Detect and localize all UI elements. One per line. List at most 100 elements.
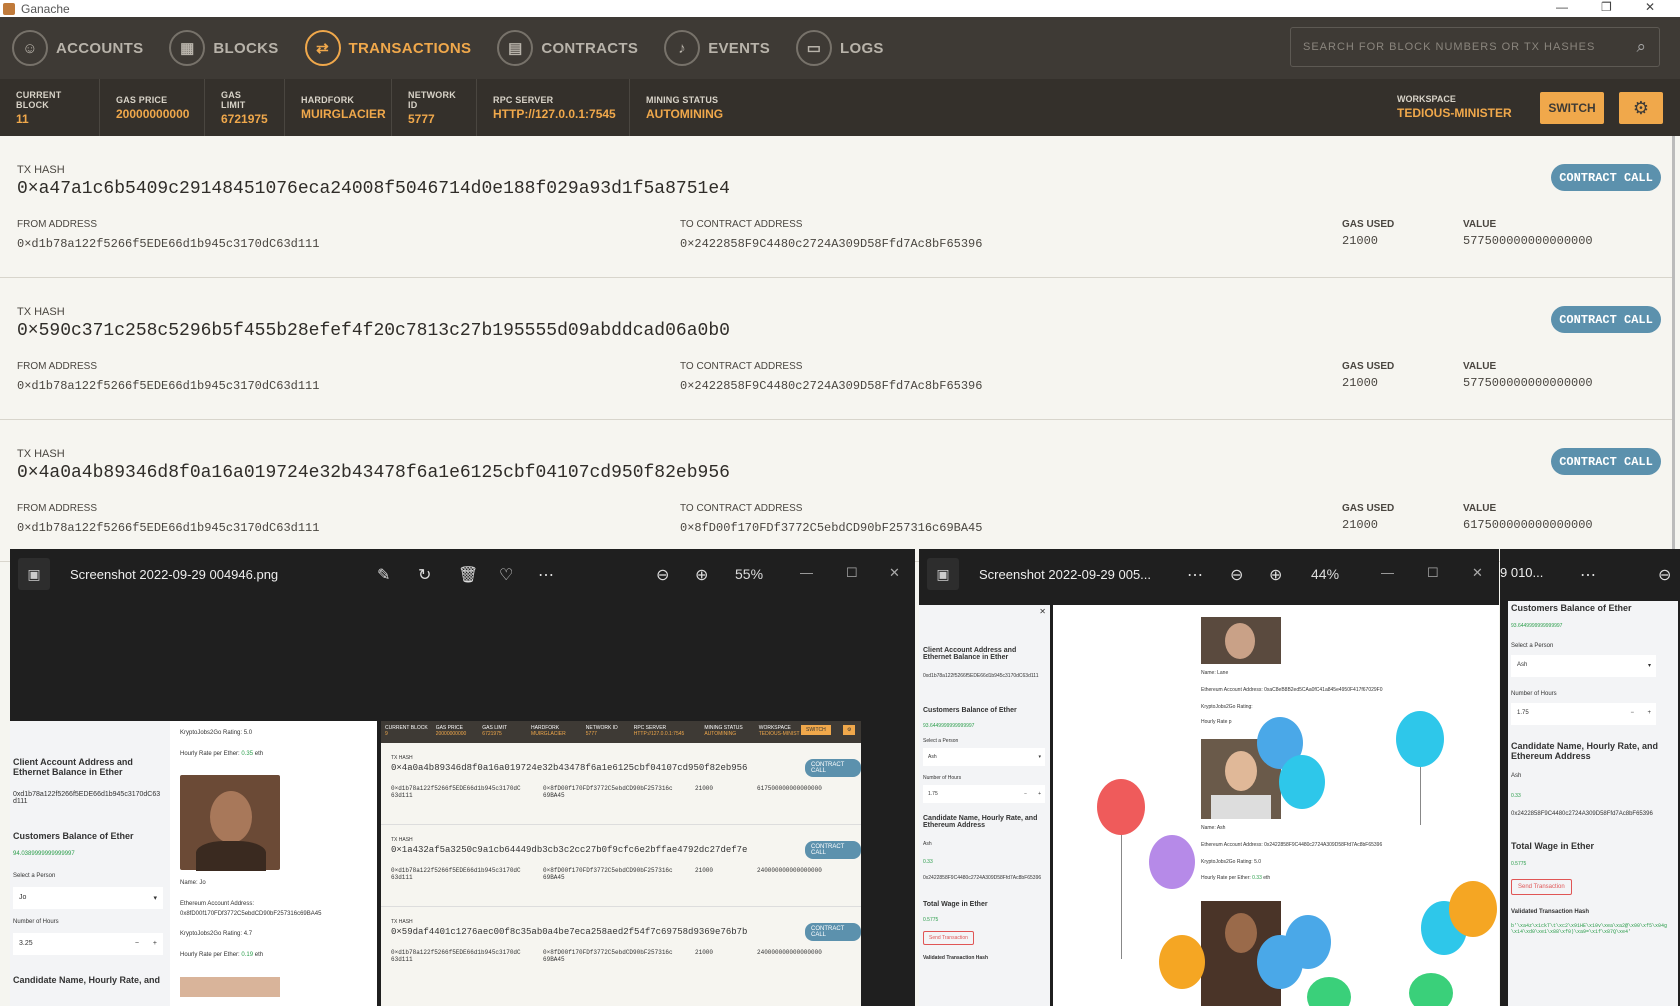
send-transaction-button[interactable]: Send Transaction [923,931,974,945]
balloon-decoration [1396,711,1444,767]
zoom-out-icon[interactable]: ⊖ [656,565,669,585]
client-account-heading: Client Account Address and Ethernet Bala… [923,647,1017,661]
balloon-decoration [1097,779,1145,835]
mini-switch-button[interactable]: SWITCH [801,725,831,735]
edit-image-icon[interactable]: ✎ [377,565,390,585]
more-options-icon[interactable]: ⋯ [1580,565,1596,585]
stat-network-id: NETWORK ID 5777 [392,79,477,136]
zoom-out-icon[interactable]: ⊖ [1230,565,1243,585]
search-input[interactable]: SEARCH FOR BLOCK NUMBERS OR TX HASHES ⌕ [1290,27,1660,67]
delete-icon[interactable]: 🗑 [458,565,478,585]
increment-button[interactable]: + [153,940,157,947]
mini-stat: MINING STATUS AUTOMINING [692,721,754,743]
total-wage-value: 0.5775 [1511,861,1527,867]
to-contract-label: TO CONTRACT ADDRESS [680,361,803,372]
send-transaction-button[interactable]: Send Transaction [1511,879,1572,895]
search-placeholder: SEARCH FOR BLOCK NUMBERS OR TX HASHES [1303,41,1596,53]
rotate-icon[interactable]: ↻ [418,565,431,585]
mini-stat: CURRENT BLOCK 9 [381,721,432,743]
scrollbar[interactable] [1672,136,1675,556]
select-person-dropdown[interactable]: Jo ▾ [13,887,163,909]
mini-gear-icon[interactable]: ⚙ [843,725,856,735]
transaction-row[interactable]: TX HASH 0×4a0a4b89346d8f0a16a019724e32b4… [0,420,1672,562]
nav-events[interactable]: ♪ EVENTS [664,17,770,79]
hours-input[interactable]: 1.75 − + [923,785,1045,803]
increment-button[interactable]: + [1038,791,1041,797]
nav-blocks[interactable]: ▦ BLOCKS [169,17,278,79]
photo-viewer-window[interactable]: ▣ Screenshot 2022-09-29 005... ⋯ ⊖ ⊕ 44%… [919,549,1499,1006]
hourly-rate-line: Hourly Rate per Ether: 0.33 eth [1201,875,1270,881]
zoom-out-icon[interactable]: ⊖ [1658,565,1671,585]
mini-stat: GAS LIMIT 6721975 [470,721,519,743]
candidate-photo [180,775,280,871]
candidate-name-value: Ash [1511,773,1522,779]
tx-hash-label: TX HASH [17,306,65,318]
settings-gear-icon[interactable]: ⚙ [1619,92,1663,124]
transaction-row[interactable]: TX HASH 0×590c371c258c5296b5f455b28efef4… [0,278,1672,420]
zoom-in-icon[interactable]: ⊕ [695,565,708,585]
select-person-label: Select a Person [923,738,959,744]
hourly-rate-line: Hourly Rate per Ether: 0.19 eth [180,952,263,958]
decrement-button[interactable]: − [135,940,139,947]
stat-label: NETWORK ID [408,89,456,110]
transaction-row[interactable]: TX HASH 0×a47a1c6b5409c29148451076eca240… [0,136,1672,278]
viewer-maximize-button[interactable]: ☐ [1427,565,1439,581]
close-button[interactable]: ✕ [1645,0,1655,14]
mini-to-address: 0×8fD00f170FDf3772C5ebdCD90bF257316c 69B… [543,867,673,881]
candidate-name-value: Ash [923,841,932,847]
viewer-minimize-button[interactable]: — [1381,565,1394,580]
viewer-close-button[interactable]: ✕ [1472,565,1483,581]
contract-call-badge: CONTRACT CALL [1551,448,1661,475]
hours-input[interactable]: 1.75 − + [1511,703,1656,725]
viewer-minimize-button[interactable]: — [800,565,813,580]
maximize-button[interactable]: ❐ [1601,0,1612,14]
value-amount: 617500000000000000 [1463,518,1593,532]
mini-stat-value: 5777 [585,731,597,737]
zoom-level: 44% [1311,566,1340,582]
nav-accounts[interactable]: ☺ ACCOUNTS [12,17,143,79]
decrement-button[interactable]: − [1630,710,1634,716]
mini-tx-hash: 0×59daf4401c1276aec00f8c35ab0a4be7eca258… [391,927,748,937]
minimize-button[interactable]: — [1556,0,1568,14]
stat-label: GAS LIMIT [221,89,246,110]
grid-icon: ▦ [169,30,206,66]
mini-stat: GAS PRICE 20000000000 [432,721,471,743]
total-wage-heading: Total Wage in Ether [923,901,988,908]
close-icon[interactable]: ✕ [1039,607,1046,616]
mini-contract-call-badge: CONTRACT CALL [805,923,861,941]
candidate-name: Name: Lane [1201,670,1229,676]
gas-used-value: 21000 [1342,376,1379,390]
hours-label: Number of Hours [1511,691,1557,697]
switch-workspace-button[interactable]: SWITCH [1540,92,1604,124]
candidate-photo [1201,617,1281,664]
viewer-close-button[interactable]: ✕ [889,565,900,581]
viewer-maximize-button[interactable]: ☐ [846,565,858,581]
stat-gas-price: GAS PRICE 20000000000 [100,79,205,136]
photo-viewer-window[interactable]: 9 010... ⋯ ⊖ Customers Balance of Ether … [1500,549,1680,1006]
more-options-icon[interactable]: ⋯ [538,565,554,585]
decrement-button[interactable]: − [1024,791,1027,797]
to-contract-address: 0×2422858F9C4480c2724A309D58Ffd7Ac8bF653… [680,379,983,393]
nav-transactions[interactable]: ⇄ TRANSACTIONS [304,17,472,79]
viewer-title: Screenshot 2022-09-29 004946.png [70,566,279,582]
nav-contracts[interactable]: ▤ CONTRACTS [497,17,638,79]
hourly-rate-label: Hourly Rate p [1201,719,1232,725]
favorite-heart-icon[interactable]: ♡ [499,565,513,585]
gas-used-label: GAS USED [1342,361,1395,372]
zoom-in-icon[interactable]: ⊕ [1269,565,1282,585]
hourly-rate-value: 0.35 [241,751,254,757]
mini-stat: HARDFORK MUIRGLACIER [519,721,578,743]
hourly-rate-label: Hourly Rate per Ether: [180,751,240,757]
search-icon[interactable]: ⌕ [1636,37,1647,57]
increment-button[interactable]: + [1647,710,1651,716]
more-options-icon[interactable]: ⋯ [1187,565,1203,585]
balance-heading: Customers Balance of Ether [13,831,134,841]
photo-viewer-window[interactable]: ▣ Screenshot 2022-09-29 004946.png ✎ ↻ 🗑… [10,549,915,1006]
hours-input[interactable]: 3.25 − + [13,933,163,955]
select-person-dropdown[interactable]: Ash ▾ [923,748,1045,766]
mini-stat-value: 20000000000 [435,731,467,737]
balloon-decoration [1279,755,1325,809]
nav-logs[interactable]: ▭ LOGS [796,17,884,79]
tx-hash: 0×a47a1c6b5409c29148451076eca24008f50467… [17,179,730,199]
select-person-dropdown[interactable]: Ash ▾ [1511,655,1656,677]
